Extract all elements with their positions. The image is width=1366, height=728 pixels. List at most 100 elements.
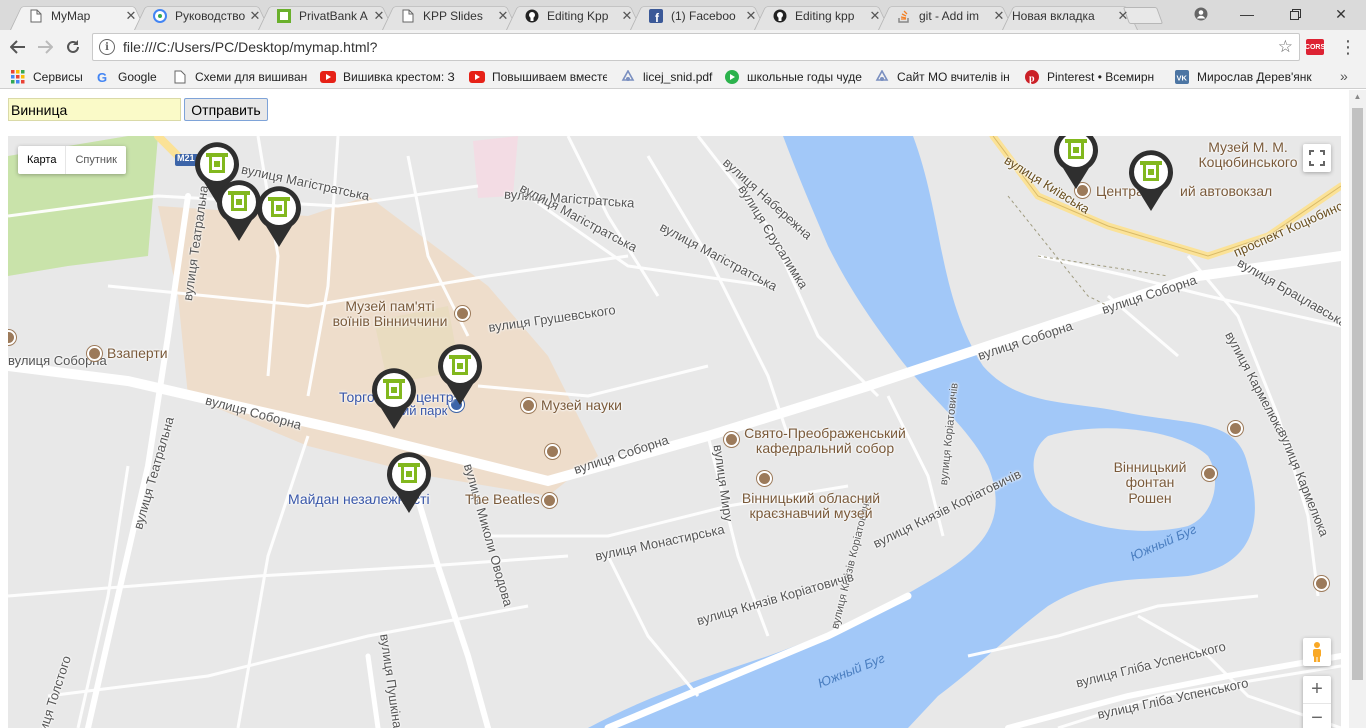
tab-facebook[interactable]: f (1) Faceboo ✕ xyxy=(630,1,766,30)
close-tab-icon[interactable]: ✕ xyxy=(124,8,138,24)
tab-mymap[interactable]: MyMap ✕ xyxy=(10,1,146,30)
zoom-control: + − xyxy=(1303,676,1331,728)
close-window-button[interactable]: ✕ xyxy=(1318,0,1364,28)
document-icon xyxy=(400,8,416,24)
atm-marker-icon[interactable] xyxy=(371,368,417,430)
map-type-map-button[interactable]: Карта xyxy=(18,146,67,174)
page-scrollbar[interactable]: ▲ xyxy=(1349,90,1366,728)
museum-icon[interactable] xyxy=(545,444,560,459)
close-tab-icon[interactable]: ✕ xyxy=(992,8,1006,24)
bookmark-label: Google xyxy=(118,70,157,84)
cors-extension-icon[interactable]: CORS xyxy=(1305,39,1325,55)
bookmark-mo-teachers[interactable]: Сайт МО вчителів ін xyxy=(874,67,1014,87)
page-content: Отправить xyxy=(0,90,1366,728)
close-tab-icon[interactable]: ✕ xyxy=(496,8,510,24)
city-input[interactable] xyxy=(8,98,181,121)
url-text: file:///C:/Users/PC/Desktop/mymap.html? xyxy=(123,39,378,55)
tab-title: Руководство xyxy=(175,8,246,23)
museum-icon[interactable] xyxy=(757,471,772,486)
tab-title: git - Add im xyxy=(919,8,980,23)
bookmark-vk[interactable]: VK Мирослав Дерев'янк xyxy=(1174,67,1314,87)
museum-icon[interactable] xyxy=(521,398,536,413)
google-map[interactable]: M21 вулиця Магістратська вулиця Магістра… xyxy=(8,136,1341,728)
restore-button[interactable] xyxy=(1272,0,1318,28)
close-tab-icon[interactable]: ✕ xyxy=(620,8,634,24)
tab-privatbank[interactable]: PrivatBank A ✕ xyxy=(258,1,394,30)
bookmark-licej-pdf[interactable]: licej_snid.pdf xyxy=(620,67,716,87)
map-type-satellite-button[interactable]: Спутник xyxy=(66,146,125,174)
road-m21-label: M21 xyxy=(177,153,195,163)
bookmark-google[interactable]: G Google xyxy=(95,67,165,87)
restaurant-icon[interactable] xyxy=(542,493,557,508)
scroll-up-arrow-icon[interactable]: ▲ xyxy=(1349,90,1366,104)
museum-icon[interactable] xyxy=(1314,576,1329,591)
zoom-in-button[interactable]: + xyxy=(1303,676,1331,704)
tab-title: (1) Faceboo xyxy=(671,8,736,23)
apps-grid-icon xyxy=(10,69,26,85)
close-tab-icon[interactable]: ✕ xyxy=(248,8,262,24)
bookmark-schemes[interactable]: Схеми для вишиван xyxy=(172,67,309,87)
drive-icon xyxy=(620,69,636,85)
poi-label: Музей науки xyxy=(541,397,622,413)
bookmark-apps[interactable]: Сервисы xyxy=(10,67,90,87)
pinterest-icon: p xyxy=(1024,69,1040,85)
fullscreen-button[interactable] xyxy=(1303,144,1331,172)
zoom-out-button[interactable]: − xyxy=(1303,704,1331,728)
close-tab-icon[interactable]: ✕ xyxy=(1116,8,1130,24)
bookmark-pinterest[interactable]: p Pinterest • Всемирн xyxy=(1024,67,1161,87)
tab-git-add[interactable]: git - Add im ✕ xyxy=(878,1,1014,30)
bookmark-embroidery[interactable]: Вишивка крестом: З xyxy=(320,67,458,87)
youtube-icon xyxy=(320,69,336,85)
bookmark-label: Схеми для вишиван xyxy=(195,70,308,84)
facebook-icon: f xyxy=(648,8,664,24)
tab-title: MyMap xyxy=(51,8,91,23)
close-tab-icon[interactable]: ✕ xyxy=(372,8,386,24)
scrollbar-thumb[interactable] xyxy=(1352,108,1363,680)
svg-text:G: G xyxy=(97,70,107,84)
tab-kpp-slides[interactable]: KPP Slides ✕ xyxy=(382,1,518,30)
forward-button[interactable] xyxy=(32,34,58,60)
tab-guide[interactable]: Руководство ✕ xyxy=(134,1,270,30)
more-bookmarks-icon[interactable]: » xyxy=(1340,66,1348,86)
chrome-menu-icon[interactable]: ⋮ xyxy=(1338,36,1358,58)
submit-button[interactable]: Отправить xyxy=(184,98,268,121)
info-icon[interactable]: i xyxy=(99,39,115,55)
minimize-button[interactable]: — xyxy=(1224,0,1270,28)
tab-editing-kpp-2[interactable]: Editing kpp ✕ xyxy=(754,1,890,30)
museum-icon[interactable] xyxy=(1228,421,1243,436)
back-button[interactable] xyxy=(5,34,31,60)
atm-marker-icon[interactable] xyxy=(1053,136,1099,190)
tab-editing-kpp-1[interactable]: Editing Kpp ✕ xyxy=(506,1,642,30)
reload-button[interactable] xyxy=(60,34,86,60)
bookmarks-bar: Сервисы G Google Схеми для вишиван Вишив… xyxy=(0,64,1366,89)
profile-icon[interactable] xyxy=(1178,0,1224,28)
address-bar[interactable]: i file:///C:/Users/PC/Desktop/mymap.html… xyxy=(92,33,1300,61)
close-tab-icon[interactable]: ✕ xyxy=(744,8,758,24)
fountain-icon[interactable] xyxy=(1202,466,1217,481)
poi-label: Музей М. М. Коцюбинського xyxy=(1198,139,1298,171)
tab-title: KPP Slides xyxy=(423,8,483,23)
atm-marker-icon[interactable] xyxy=(1128,150,1174,212)
poi-label: Вінницький обласний краєзнавчий музей xyxy=(741,490,881,522)
poi-label: Свято-Преображенський кафедральний собор xyxy=(744,425,906,457)
atm-marker-icon[interactable] xyxy=(256,186,302,248)
museum-icon[interactable] xyxy=(455,306,470,321)
atm-marker-icon[interactable] xyxy=(437,344,483,406)
atm-marker-icon[interactable] xyxy=(386,452,432,514)
drive-icon xyxy=(874,69,890,85)
github-icon xyxy=(772,8,788,24)
close-tab-icon[interactable]: ✕ xyxy=(868,8,882,24)
poi-icon[interactable] xyxy=(87,346,102,361)
bookmark-school-years[interactable]: школьные годы чуде xyxy=(724,67,862,87)
church-icon[interactable] xyxy=(724,432,739,447)
github-icon xyxy=(524,8,540,24)
poi-label: Вінницький фонтан Рошен xyxy=(1113,459,1187,506)
street-view-pegman-icon[interactable] xyxy=(1303,638,1331,666)
svg-text:p: p xyxy=(1029,74,1035,85)
tab-new[interactable]: Новая вкладка ✕ xyxy=(1002,1,1138,30)
google-icon: G xyxy=(95,69,111,85)
play-icon xyxy=(724,69,740,85)
bookmark-stitch-together[interactable]: Повышиваем вместе xyxy=(469,67,607,87)
bookmark-star-icon[interactable]: ☆ xyxy=(1278,37,1293,57)
fullscreen-icon xyxy=(1309,150,1325,166)
